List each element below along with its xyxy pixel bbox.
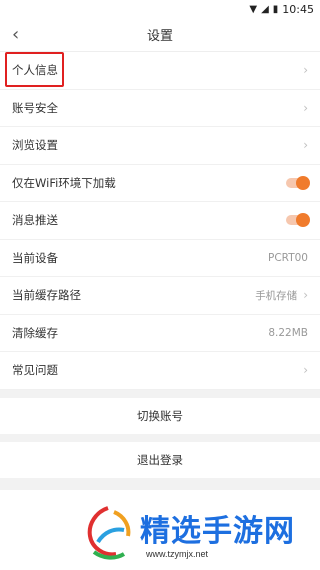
settings-item-account-security[interactable]: 账号安全 › [0,90,320,127]
signal-icon: ◢ [261,3,269,15]
switch-account-button[interactable]: 切换账号 [0,397,320,434]
chevron-right-icon: › [303,138,308,153]
logout-button[interactable]: 退出登录 [0,441,320,478]
settings-item-push: 消息推送 [0,202,320,240]
chevron-right-icon: › [303,100,308,115]
settings-item-label: 当前设备 [12,250,58,265]
battery-icon: ▮ [272,3,279,15]
settings-item-label: 仅在WiFi环境下加载 [12,175,116,190]
wifi-icon: ▼ [249,3,258,15]
settings-item-label: 浏览设置 [12,138,58,153]
settings-item-personal-info[interactable]: 个人信息 › [0,52,320,90]
chevron-right-icon: › [303,363,308,378]
settings-item-clear-cache[interactable]: 清除缓存 8.22MB [0,315,320,352]
switch-account-label: 切换账号 [137,408,183,423]
settings-list: 个人信息 › 账号安全 › 浏览设置 › 仅在WiFi环境下加载 消息推送 当前… [0,52,320,390]
page-title: 设置 [146,29,173,44]
settings-item-label: 账号安全 [12,100,58,115]
cache-size-value: 8.22MB [268,326,308,339]
settings-item-current-device: 当前设备 PCRT00 [0,240,320,277]
settings-item-label: 当前缓存路径 [12,288,81,303]
push-toggle[interactable] [286,213,310,228]
wifi-only-toggle[interactable] [286,175,310,190]
settings-item-label: 消息推送 [12,213,58,228]
current-device-value: PCRT00 [268,251,308,264]
settings-item-wifi-only: 仅在WiFi环境下加载 [0,165,320,202]
status-time: 10:45 [282,2,314,16]
chevron-left-icon[interactable]: ‹ [12,24,19,45]
watermark-title: 精选手游网 [140,514,295,549]
settings-item-browse-settings[interactable]: 浏览设置 › [0,127,320,165]
nav-bar: ‹ 设置 [0,18,320,52]
settings-item-label: 常见问题 [12,363,58,378]
watermark-logo-icon [87,506,131,560]
cache-path-value: 手机存储 [255,289,298,302]
chevron-right-icon: › [303,63,308,78]
settings-item-cache-path[interactable]: 当前缓存路径 手机存储 › [0,277,320,315]
logout-label: 退出登录 [137,452,183,467]
settings-item-faq[interactable]: 常见问题 › [0,352,320,390]
settings-item-label: 个人信息 [12,63,58,78]
chevron-right-icon: › [303,288,308,303]
settings-item-label: 清除缓存 [12,325,58,340]
watermark-url: www.tzymjx.net [146,549,209,559]
status-bar: ▼ ◢ ▮ 10:45 [0,0,320,18]
